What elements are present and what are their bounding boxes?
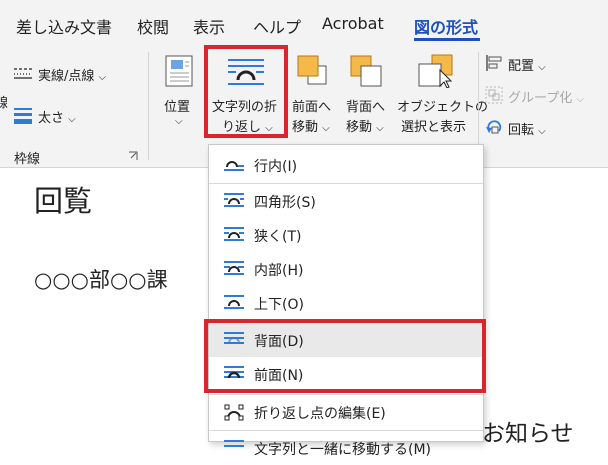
border-group-label: 枠線: [14, 152, 41, 167]
line-style-label: 実線/点線: [38, 69, 95, 84]
tab-acrobat[interactable]: Acrobat: [322, 14, 384, 33]
line-dash-icon: [14, 68, 32, 79]
square-wrap-icon: [224, 193, 244, 207]
menu-item-label: 狭く(T): [254, 229, 302, 245]
rotate-button[interactable]: 回転 ⌵: [508, 119, 546, 138]
chevron-down-icon: ⌵: [376, 123, 384, 134]
chevron-down-icon: ⌵: [322, 123, 330, 134]
wrap-text-highlight-box: [204, 45, 288, 138]
position-button[interactable]: 位置: [164, 96, 190, 115]
send-backward-button-line2[interactable]: 移動 ⌵: [346, 116, 384, 135]
document-title: 回覧: [34, 184, 93, 218]
chevron-down-icon: ⌵: [538, 62, 546, 73]
menu-item-tight[interactable]: 狭く(T): [209, 218, 483, 252]
bring-forward-icon: [297, 55, 327, 85]
selection-pane-button[interactable]: オブジェクトの: [397, 96, 488, 115]
menu-item-square[interactable]: 四角形(S): [209, 184, 483, 218]
menu-item-top-bottom[interactable]: 上下(O): [209, 286, 483, 320]
chevron-down-icon: ⌵: [98, 72, 107, 83]
line-style-button[interactable]: 実線/点線 ⌵: [38, 65, 106, 84]
menu-item-edit-wrap-points[interactable]: 折り返し点の編集(E): [209, 395, 483, 429]
rotate-icon: [486, 120, 502, 134]
tab-review[interactable]: 校閲: [137, 14, 169, 38]
position-icon: [165, 55, 193, 87]
weight-button[interactable]: 太さ ⌵: [38, 107, 76, 126]
chevron-down-icon: ⌵: [68, 114, 76, 125]
inline-wrap-icon: [224, 161, 244, 171]
document-notice: お知らせ: [482, 421, 574, 447]
tab-view[interactable]: 表示: [193, 14, 225, 38]
selection-pane-icon: [418, 54, 453, 88]
chevron-down-icon: ⌵: [538, 126, 546, 137]
align-button[interactable]: 配置 ⌵: [508, 55, 546, 74]
align-label: 配置: [508, 59, 535, 74]
bring-forward-button-line2[interactable]: 移動 ⌵: [292, 116, 330, 135]
cut-off-label: 線: [0, 96, 9, 111]
menu-item-through[interactable]: 内部(H): [209, 252, 483, 286]
menu-item-label: 折り返し点の編集(E): [254, 406, 386, 422]
chevron-down-icon: ⌵: [576, 94, 584, 105]
weight-label: 太さ: [38, 111, 65, 126]
chevron-down-icon: ⌵: [175, 116, 183, 127]
menu-item-inline[interactable]: 行内(I): [209, 148, 483, 182]
ribbon-tab-bar: 差し込み文書 校閲 表示 ヘルプ Acrobat 図の形式: [0, 0, 608, 44]
menu-item-label: 行内(I): [254, 159, 298, 175]
bring-forward-label-line2: 移動: [292, 120, 319, 135]
edit-wrap-points-icon: [224, 404, 244, 421]
behind-infront-highlight-box: [204, 319, 486, 393]
tab-picture-format[interactable]: 図の形式: [414, 14, 478, 38]
active-tab-indicator: [414, 38, 480, 41]
selection-pane-button-line2[interactable]: 選択と表示: [401, 116, 466, 135]
align-icon: [486, 55, 502, 71]
send-backward-button[interactable]: 背面へ: [346, 96, 385, 115]
dialog-launcher-icon[interactable]: [128, 151, 138, 161]
menu-item-label: 文字列と一緒に移動する(M): [254, 442, 432, 458]
group-separator: [148, 52, 149, 160]
move-with-text-icon: [224, 440, 244, 447]
menu-item-label: 四角形(S): [254, 195, 316, 211]
group-label: グループ化: [508, 91, 573, 106]
line-weight-icon: [14, 108, 32, 124]
document-department-line: ○○○部○○課: [34, 268, 168, 292]
bring-forward-button[interactable]: 前面へ: [292, 96, 331, 115]
through-wrap-icon: [224, 261, 244, 275]
tab-mailings[interactable]: 差し込み文書: [16, 14, 112, 38]
group-icon: [485, 86, 503, 104]
send-backward-label-line2: 移動: [346, 120, 373, 135]
rotate-label: 回転: [508, 123, 535, 138]
tight-wrap-icon: [224, 227, 244, 241]
group-button[interactable]: グループ化 ⌵: [508, 87, 584, 106]
menu-item-label: 内部(H): [254, 263, 304, 279]
tab-help[interactable]: ヘルプ: [253, 14, 301, 38]
wrap-text-menu: 行内(I) 四角形(S) 狭く(T) 内部(H) 上下(O) 背面(D) 前面(…: [208, 144, 484, 458]
top-bottom-wrap-icon: [224, 295, 244, 309]
send-backward-icon: [350, 55, 382, 87]
menu-item-label: 上下(O): [254, 297, 304, 313]
menu-item-move-with-text[interactable]: 文字列と一緒に移動する(M): [209, 431, 483, 465]
